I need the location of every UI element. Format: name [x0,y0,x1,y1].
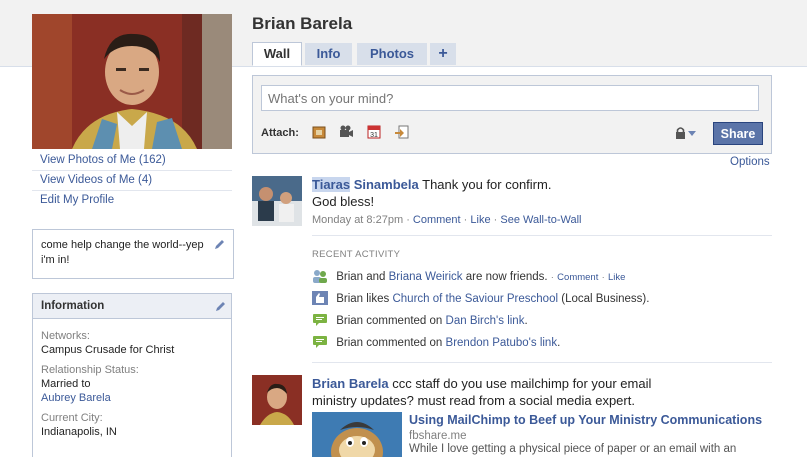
view-videos-link[interactable]: View Videos of Me (4) [32,171,232,191]
profile-name: Brian Barela [252,14,353,33]
chevron-down-icon[interactable] [687,125,697,141]
svg-text:31: 31 [370,132,378,139]
activity-text: . [557,337,561,349]
activity-text: Brian commented on [336,315,443,327]
status-text: come help change the world--yep i'm in! [41,239,204,266]
thumbs-up-icon [312,291,328,305]
activity-item-comment: Brian commented on Brendon Patubo's link… [312,335,560,351]
pencil-icon[interactable] [215,301,226,312]
separator: · [463,214,468,226]
city-label: Current City: [41,412,103,424]
divider [312,235,772,236]
friend-link[interactable]: Briana Weirick [389,271,463,283]
comment-link[interactable]: Comment [557,272,598,283]
view-photos-link[interactable]: View Photos of Me (162) [32,151,232,171]
information-header: Information [33,294,231,319]
story-text-line2: ministry updates? must read from a socia… [312,393,635,408]
story-avatar[interactable] [252,176,302,226]
status-input[interactable] [261,85,759,111]
tab-info[interactable]: Info [305,43,352,65]
profile-photo[interactable] [32,14,232,149]
recent-activity-title: RECENT ACTIVITY [312,249,401,260]
networks-value: Campus Crusade for Christ [41,344,175,356]
comment-link[interactable]: Comment [413,214,461,226]
link-thumbnail[interactable] [312,412,402,457]
shared-link-title[interactable]: Using MailChimp to Beef up Your Ministry… [409,413,762,427]
story-avatar[interactable] [252,375,302,425]
status-box[interactable]: come help change the world--yep i'm in! [32,229,234,279]
profile-link[interactable]: Dan Birch's [446,315,504,327]
story-text-line2: God bless! [312,194,375,209]
pencil-icon[interactable] [214,239,225,250]
tab-wall[interactable]: Wall [252,42,302,66]
activity-text: Brian commented on [336,337,443,349]
video-icon[interactable] [338,124,354,140]
activity-text: Brian likes [336,293,390,305]
story-actor-first[interactable]: Tiaras [312,177,351,192]
link-icon[interactable] [394,124,410,140]
activity-text: . [524,315,528,327]
relationship-label: Relationship Status: [41,364,139,376]
link-link[interactable]: link [507,315,524,327]
relationship-value: Married to [41,378,91,390]
publisher: Attach: 31 Share [252,75,772,154]
page-link[interactable]: Church of the Saviour Preschool [392,293,558,305]
share-button[interactable]: Share [713,122,763,145]
divider [312,362,772,363]
activity-text: Brian and [336,271,386,283]
shared-link-description: While I love getting a physical piece of… [409,443,737,455]
profile-links: View Photos of Me (162) View Videos of M… [32,151,232,210]
activity-item-likes: Brian likes Church of the Saviour Presch… [312,291,649,307]
options-link[interactable]: Options [730,156,770,168]
attach-label: Attach: [261,127,299,139]
link-link[interactable]: link [540,337,557,349]
activity-text: (Local Business). [561,293,650,305]
photo-icon[interactable] [311,124,327,140]
friends-icon [313,270,327,283]
like-link[interactable]: Like [608,272,625,283]
tab-photos[interactable]: Photos [357,43,427,65]
separator: · [601,272,605,283]
information-title: Information [41,300,105,312]
add-tab-button[interactable]: + [430,43,456,65]
comment-icon [313,314,327,326]
activity-text: are now friends. [465,271,548,283]
shared-link-domain: fbshare.me [409,430,467,442]
networks-label: Networks: [41,330,90,342]
spouse-link[interactable]: Aubrey Barela [41,391,223,405]
edit-profile-link[interactable]: Edit My Profile [32,191,232,210]
like-link[interactable]: Like [470,214,490,226]
event-icon[interactable]: 31 [366,124,382,140]
separator: · [550,272,554,283]
wall-story: Tiaras Sinambela Thank you for confirm. … [252,176,772,231]
separator: · [406,214,410,226]
activity-item-friends: Brian and Briana Weirick are now friends… [312,269,625,285]
profile-link[interactable]: Brendon Patubo's [446,337,537,349]
wall-to-wall-link[interactable]: See Wall-to-Wall [500,214,581,226]
story-text: ccc staff do you use mailchimp for your … [392,376,652,391]
story-timestamp[interactable]: Monday at 8:27pm [312,214,403,226]
story-actor-last[interactable]: Sinambela [354,177,419,192]
separator: · [493,214,498,226]
comment-icon [313,336,327,348]
city-value: Indianapolis, IN [41,426,117,438]
information-box: Information Networks: Campus Crusade for… [32,293,232,457]
story-actor[interactable]: Brian Barela [312,376,389,391]
story-text: Thank you for confirm. [422,177,552,192]
activity-item-comment: Brian commented on Dan Birch's link. [312,313,528,329]
